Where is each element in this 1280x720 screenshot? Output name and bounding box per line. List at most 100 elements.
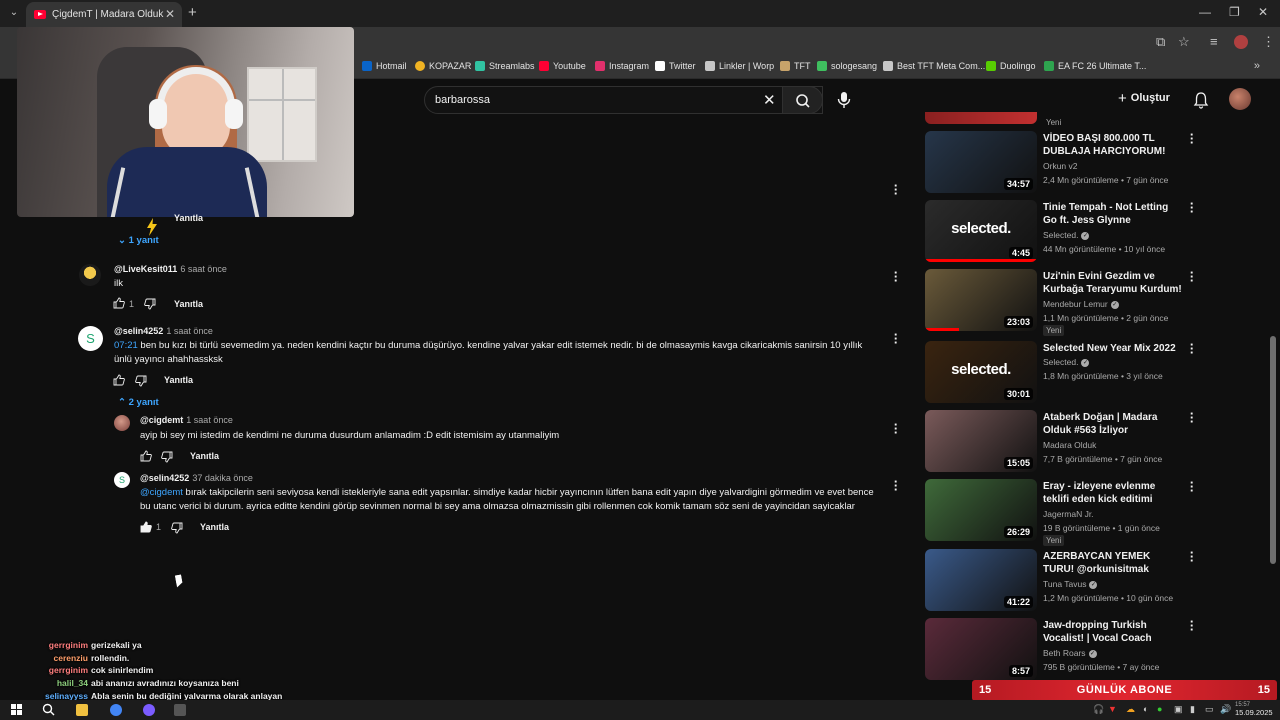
taskbar-clock[interactable]: 15:57 15.09.2025	[1235, 702, 1273, 717]
recommended-video[interactable]: 34:57 VİDEO BAŞI 800.000 TL DUBLAJA HARC…	[925, 128, 1205, 193]
channel-name[interactable]: Mendebur Lemur ✓	[1043, 299, 1119, 309]
video-menu-icon[interactable]: · · ·	[1187, 197, 1197, 218]
install-app-icon[interactable]: ⧉	[1156, 34, 1165, 50]
channel-name[interactable]: Selected. ✓	[1043, 230, 1090, 240]
minimize-icon[interactable]: —	[1199, 5, 1211, 19]
file-explorer-icon[interactable]	[76, 704, 88, 716]
video-title[interactable]: Eray - izleyene evlenme teklifi eden kic…	[1043, 480, 1183, 506]
channel-name[interactable]: JagermaN Jr.	[1043, 509, 1094, 519]
more-bookmarks-icon[interactable]: »	[1254, 60, 1260, 72]
browser-menu-icon[interactable]: ⋮	[1262, 34, 1275, 50]
windows-start-icon[interactable]	[11, 704, 22, 715]
create-button[interactable]: + Oluştur	[1118, 90, 1170, 107]
recommended-video[interactable]: 26:29 Eray - izleyene evlenme teklifi ed…	[925, 476, 1205, 546]
notifications-button[interactable]	[1193, 91, 1209, 109]
comment-menu-icon[interactable]: · · ·	[891, 328, 901, 349]
bookmark-linkler[interactable]: Linkler | Worp	[705, 61, 774, 71]
dislike-icon[interactable]	[171, 522, 183, 534]
channel-name[interactable]: Tuna Tavus ✓	[1043, 579, 1098, 589]
bookmark-ea-fc[interactable]: EA FC 26 Ultimate T...	[1044, 61, 1146, 71]
timestamp-link[interactable]: 07:21	[114, 340, 138, 351]
bookmark-instagram[interactable]: Instagram	[595, 61, 649, 71]
tab-search-icon[interactable]: ⌄	[6, 5, 22, 21]
video-thumbnail[interactable]: 15:05	[925, 410, 1037, 472]
video-menu-icon[interactable]: · · ·	[1187, 476, 1197, 497]
video-title[interactable]: Ataberk Doğan | Madara Olduk #563 İzliyo…	[1043, 411, 1183, 437]
app-icon[interactable]	[174, 704, 186, 716]
reply-menu-icon[interactable]: · · ·	[891, 418, 901, 439]
tray-app-icon[interactable]: ●	[1157, 704, 1162, 714]
comment-author[interactable]: @LiveKesit011 6 saat önce	[114, 264, 227, 274]
reply-menu-icon[interactable]: · · ·	[891, 475, 901, 496]
bookmark-tft[interactable]: TFT	[780, 61, 811, 71]
video-title[interactable]: AZERBAYCAN YEMEK TURU! @orkunisitmak	[1043, 550, 1183, 576]
browser-tab[interactable]: ÇigdemT | Madara Olduk #567 ✕	[26, 2, 182, 27]
channel-name[interactable]: Orkun v2	[1043, 161, 1078, 171]
network-icon[interactable]: ▭	[1205, 704, 1214, 715]
channel-name[interactable]: Beth Roars ✓	[1043, 648, 1097, 658]
recommended-video[interactable]: 41:22 AZERBAYCAN YEMEK TURU! @orkunisitm…	[925, 546, 1205, 611]
bookmark-kopazar[interactable]: KOPAZAR	[415, 61, 471, 71]
bookmark-youtube[interactable]: Youtube	[539, 61, 586, 71]
bookmark-best-tft[interactable]: Best TFT Meta Com...	[883, 61, 985, 71]
recommended-video[interactable]: 23:03 Uzi'nin Evini Gezdim ve Kurbağa Te…	[925, 266, 1205, 336]
taskbar-search-icon[interactable]	[42, 703, 55, 716]
bookmark-duolingo[interactable]: Duolingo	[986, 61, 1036, 71]
video-thumbnail[interactable]: 8:57	[925, 618, 1037, 680]
comment-avatar[interactable]	[79, 264, 101, 286]
app-icon[interactable]	[143, 704, 155, 716]
video-menu-icon[interactable]: · · ·	[1187, 338, 1197, 359]
previous-thumbnail-edge[interactable]	[925, 112, 1037, 124]
tray-app-icon[interactable]: ☁	[1126, 704, 1135, 715]
chrome-icon[interactable]	[110, 704, 122, 716]
mention-link[interactable]: @cigdemt	[140, 487, 183, 498]
video-thumbnail[interactable]: selected. 4:45	[925, 200, 1037, 262]
video-menu-icon[interactable]: · · ·	[1187, 615, 1197, 636]
video-title[interactable]: Uzi'nin Evini Gezdim ve Kurbağa Teraryum…	[1043, 270, 1183, 296]
channel-name[interactable]: Selected. ✓	[1043, 357, 1090, 367]
new-tab-icon[interactable]: +	[188, 4, 197, 21]
clear-search-icon[interactable]: ✕	[763, 91, 776, 109]
media-controls-icon[interactable]: ≡	[1210, 34, 1218, 49]
bookmark-twitter[interactable]: Twitter	[655, 61, 696, 71]
tab-close-icon[interactable]: ✕	[165, 7, 175, 21]
toggle-replies-button[interactable]: ⌃ 2 yanıt	[118, 397, 159, 408]
video-title[interactable]: VİDEO BAŞI 800.000 TL DUBLAJA HARCIYORUM…	[1043, 132, 1183, 158]
video-thumbnail[interactable]: 23:03	[925, 269, 1037, 331]
video-title[interactable]: Tinie Tempah - Not Letting Go ft. Jess G…	[1043, 201, 1183, 227]
tray-app-icon[interactable]: ◐	[1143, 704, 1148, 714]
reply-button[interactable]: Yanıtla	[190, 451, 219, 461]
like-icon[interactable]	[140, 450, 152, 462]
reply-author[interactable]: @selin4252 37 dakika önce	[140, 473, 253, 483]
bookmark-streamlabs[interactable]: Streamlabs	[475, 61, 535, 71]
video-menu-icon[interactable]: · · ·	[1187, 546, 1197, 567]
restore-icon[interactable]: ❐	[1229, 5, 1240, 19]
video-title[interactable]: Jaw-dropping Turkish Vocalist! | Vocal C…	[1043, 619, 1183, 645]
reply-avatar[interactable]: S	[114, 472, 130, 488]
tray-app-icon[interactable]: ▼	[1108, 704, 1117, 714]
window-close-icon[interactable]: ✕	[1258, 5, 1268, 19]
channel-name[interactable]: Madara Olduk	[1043, 440, 1096, 450]
search-input[interactable]: barbarossa ✕	[424, 86, 823, 114]
video-thumbnail[interactable]: 26:29	[925, 479, 1037, 541]
profile-avatar[interactable]	[1234, 35, 1248, 49]
volume-icon[interactable]: 🔊	[1220, 704, 1231, 715]
bookmark-star-icon[interactable]: ☆	[1178, 34, 1190, 50]
recommended-video[interactable]: selected. 30:01 Selected New Year Mix 20…	[925, 338, 1205, 403]
toggle-replies-button[interactable]: ⌄ 1 yanıt	[118, 235, 159, 246]
bookmark-sologesang[interactable]: sologesang	[817, 61, 877, 71]
video-thumbnail[interactable]: 41:22	[925, 549, 1037, 611]
reply-author[interactable]: @cigdemt 1 saat önce	[140, 415, 233, 425]
video-menu-icon[interactable]: · · ·	[1187, 266, 1197, 287]
dislike-icon[interactable]	[144, 298, 156, 310]
search-button[interactable]	[782, 86, 823, 114]
scrollbar-thumb[interactable]	[1270, 336, 1276, 564]
video-title[interactable]: Selected New Year Mix 2022	[1043, 342, 1183, 355]
recommended-video[interactable]: 8:57 Jaw-dropping Turkish Vocalist! | Vo…	[925, 615, 1205, 680]
voice-search-button[interactable]	[832, 88, 856, 112]
comment-menu-icon[interactable]: · · ·	[891, 179, 901, 200]
microphone-tray-icon[interactable]: ▮	[1190, 704, 1195, 715]
video-thumbnail[interactable]: selected. 30:01	[925, 341, 1037, 403]
video-thumbnail[interactable]: 34:57	[925, 131, 1037, 193]
comment-menu-icon[interactable]: · · ·	[891, 266, 901, 287]
